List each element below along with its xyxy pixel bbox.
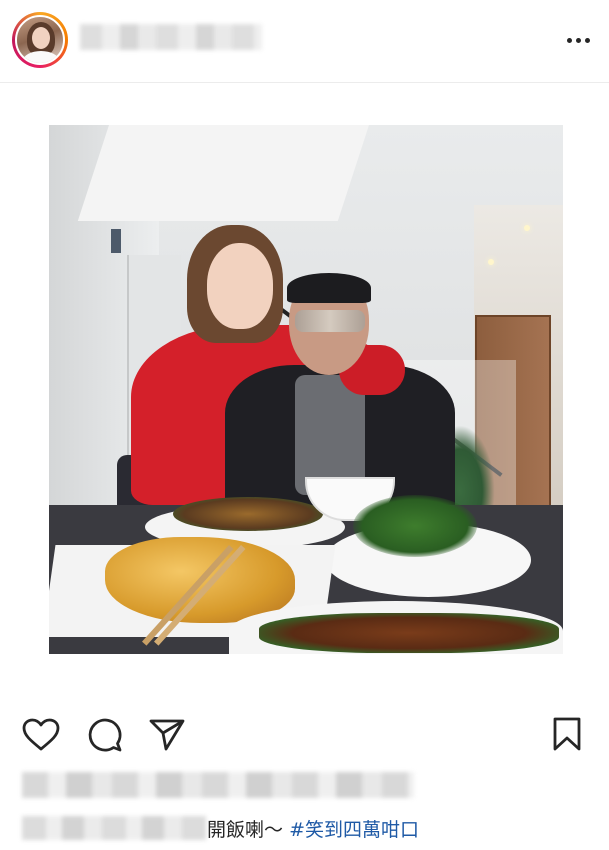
photo-greens-dish [353, 495, 477, 557]
avatar-image [15, 15, 65, 65]
username-blurred[interactable] [80, 24, 262, 50]
photo-meat-dish [259, 613, 559, 653]
photo-ceiling [77, 125, 369, 221]
likes-line-blurred[interactable] [22, 772, 414, 798]
post-caption: 開飯喇～ #笑到四萬咁口 [207, 815, 419, 842]
photo-man-hair [287, 273, 371, 303]
avatar[interactable] [12, 12, 68, 68]
hashtag-link[interactable]: #笑到四萬咁口 [289, 819, 419, 841]
caption-text: 開飯喇～ [207, 819, 284, 841]
heart-icon[interactable] [22, 718, 60, 752]
bookmark-icon[interactable] [552, 717, 582, 751]
send-icon[interactable] [148, 718, 186, 752]
post-photo[interactable] [49, 125, 563, 654]
photo-sign [111, 229, 121, 253]
photo-ceiling-light [488, 259, 494, 265]
avatar-face [32, 27, 50, 49]
photo-woman-face [207, 243, 273, 329]
comment-icon[interactable] [87, 717, 123, 753]
caption-username-blurred[interactable] [22, 816, 206, 840]
post-header [0, 0, 609, 83]
photo-ceiling-light [524, 225, 530, 231]
avatar-body [23, 51, 59, 63]
photo-dish [173, 497, 323, 531]
more-options-icon[interactable] [560, 30, 596, 50]
photo-man-sunglasses [295, 310, 365, 332]
